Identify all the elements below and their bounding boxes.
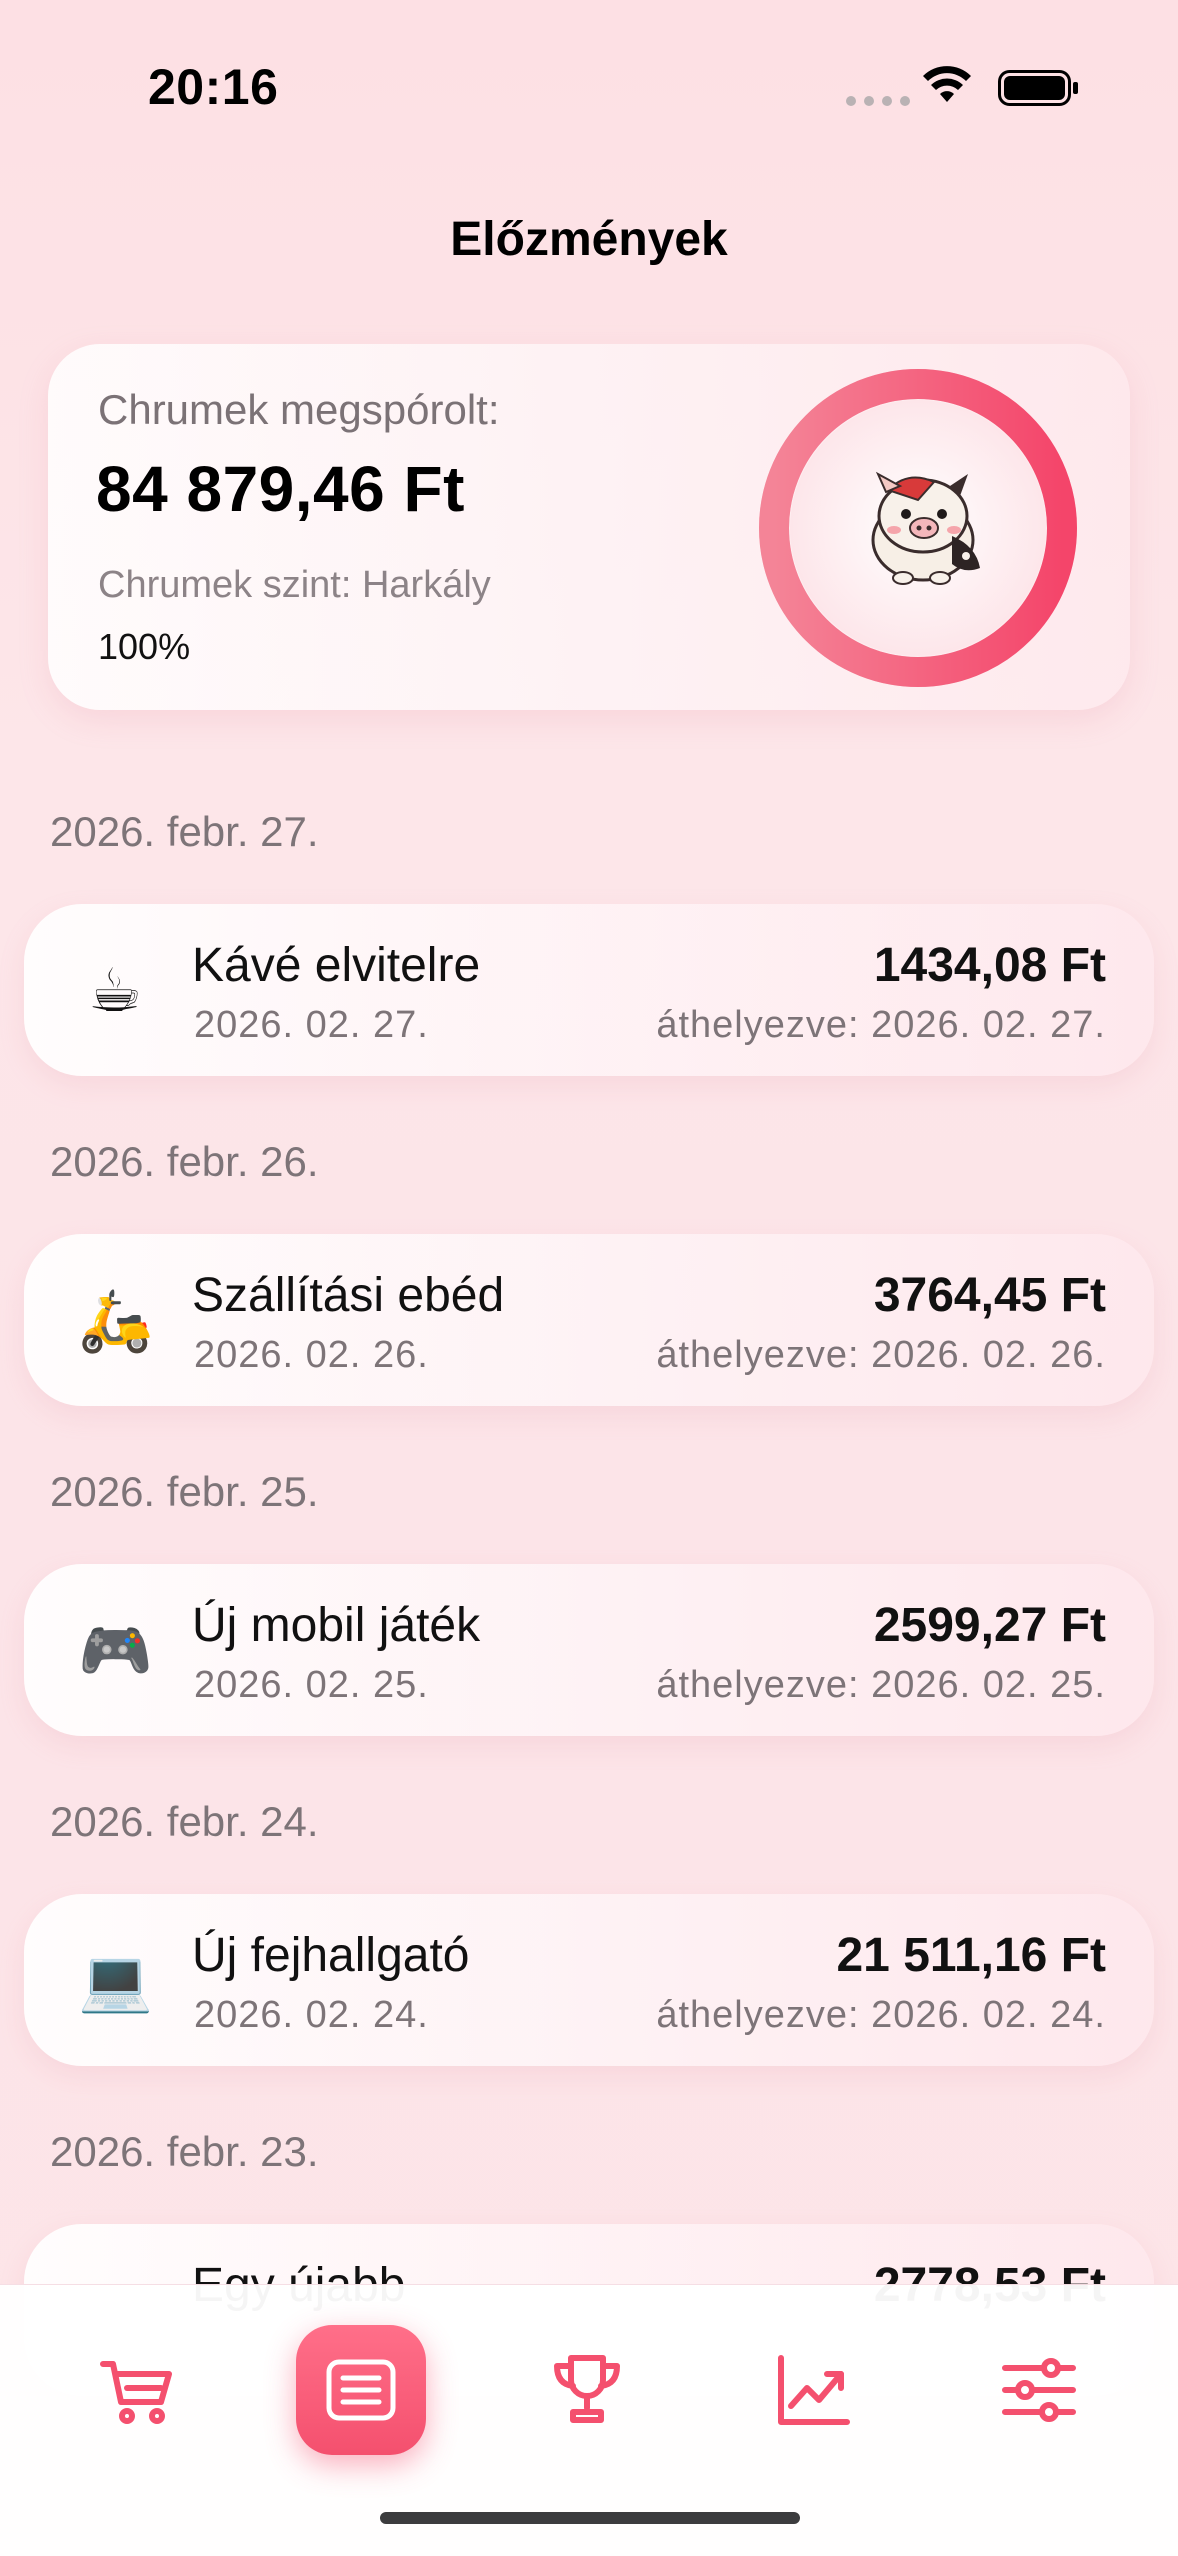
entry-moved-date: áthelyezve: 2026. 02. 26. [656, 1334, 1106, 1376]
tab-cart[interactable] [72, 2325, 202, 2455]
trophy-icon [554, 2355, 620, 2423]
wifi-icon [923, 66, 971, 102]
entry-moved-date: áthelyezve: 2026. 02. 27. [656, 1004, 1106, 1046]
battery-icon [998, 70, 1078, 106]
scooter-icon: 🛵 [78, 1287, 153, 1354]
entry-amount: 1434,08 Ft [873, 939, 1106, 992]
entry-amount: 2599,27 Ft [873, 1599, 1106, 1652]
entry-name: Új mobil játék [192, 1599, 481, 1652]
entry-moved-date: áthelyezve: 2026. 02. 25. [656, 1664, 1106, 1706]
date-header: 2026. febr. 27. [50, 808, 319, 855]
history-entry[interactable]: 🎮 Új mobil játék 2026. 02. 25. 2599,27 F… [24, 1564, 1154, 1736]
date-header: 2026. febr. 26. [50, 1138, 319, 1185]
tab-settings[interactable] [974, 2325, 1104, 2455]
entry-date: 2026. 02. 25. [194, 1664, 429, 1706]
savings-amount: 84 879,46 Ft [96, 453, 465, 525]
tab-achievements[interactable] [522, 2325, 652, 2455]
pig-mascot-icon [871, 471, 980, 585]
entry-moved-date: áthelyezve: 2026. 02. 24. [656, 1994, 1106, 2036]
status-bar: 20:16 [0, 0, 1178, 150]
entry-date: 2026. 02. 27. [194, 1004, 429, 1046]
history-entry[interactable]: 💻 Új fejhallgató 2026. 02. 24. 21 511,16… [24, 1894, 1154, 2066]
laptop-icon: 💻 [78, 1947, 153, 2014]
coffee-icon: ☕ [88, 957, 142, 1024]
list-icon [326, 2359, 396, 2421]
history-entry[interactable]: 🛵 Szállítási ebéd 2026. 02. 26. 3764,45 … [24, 1234, 1154, 1406]
date-header: 2026. febr. 23. [50, 2128, 319, 2175]
cart-icon [100, 2361, 172, 2424]
entry-date: 2026. 02. 24. [194, 1994, 429, 2036]
entry-amount: 21 511,16 Ft [836, 1929, 1106, 1982]
entry-name: Új fejhallgató [192, 1929, 470, 1982]
savings-level: Chrumek szint: Harkály [98, 564, 491, 606]
entry-name: Kávé elvitelre [192, 939, 481, 992]
date-header: 2026. febr. 24. [50, 1798, 319, 1845]
cellular-signal-icon [846, 96, 910, 106]
entry-amount: 3764,45 Ft [873, 1269, 1106, 1322]
gamepad-icon: 🎮 [78, 1617, 153, 1684]
history-entry[interactable]: ☕ Kávé elvitelre 2026. 02. 27. 1434,08 F… [24, 904, 1154, 1076]
savings-summary-card: Chrumek megspórolt: 84 879,46 Ft Chrumek… [48, 344, 1130, 710]
entry-name: Szállítási ebéd [192, 1269, 505, 1322]
page-title: Előzmények [450, 213, 728, 266]
date-header: 2026. febr. 25. [50, 1468, 319, 1515]
status-time: 20:16 [148, 59, 279, 115]
tab-stats[interactable] [748, 2325, 878, 2455]
sliders-icon [1002, 2358, 1076, 2422]
entry-date: 2026. 02. 26. [194, 1334, 429, 1376]
savings-label: Chrumek megspórolt: [98, 386, 500, 433]
tab-history[interactable] [296, 2325, 426, 2455]
savings-percent: 100% [98, 626, 191, 667]
chart-icon [778, 2355, 850, 2425]
home-indicator [380, 2512, 800, 2524]
